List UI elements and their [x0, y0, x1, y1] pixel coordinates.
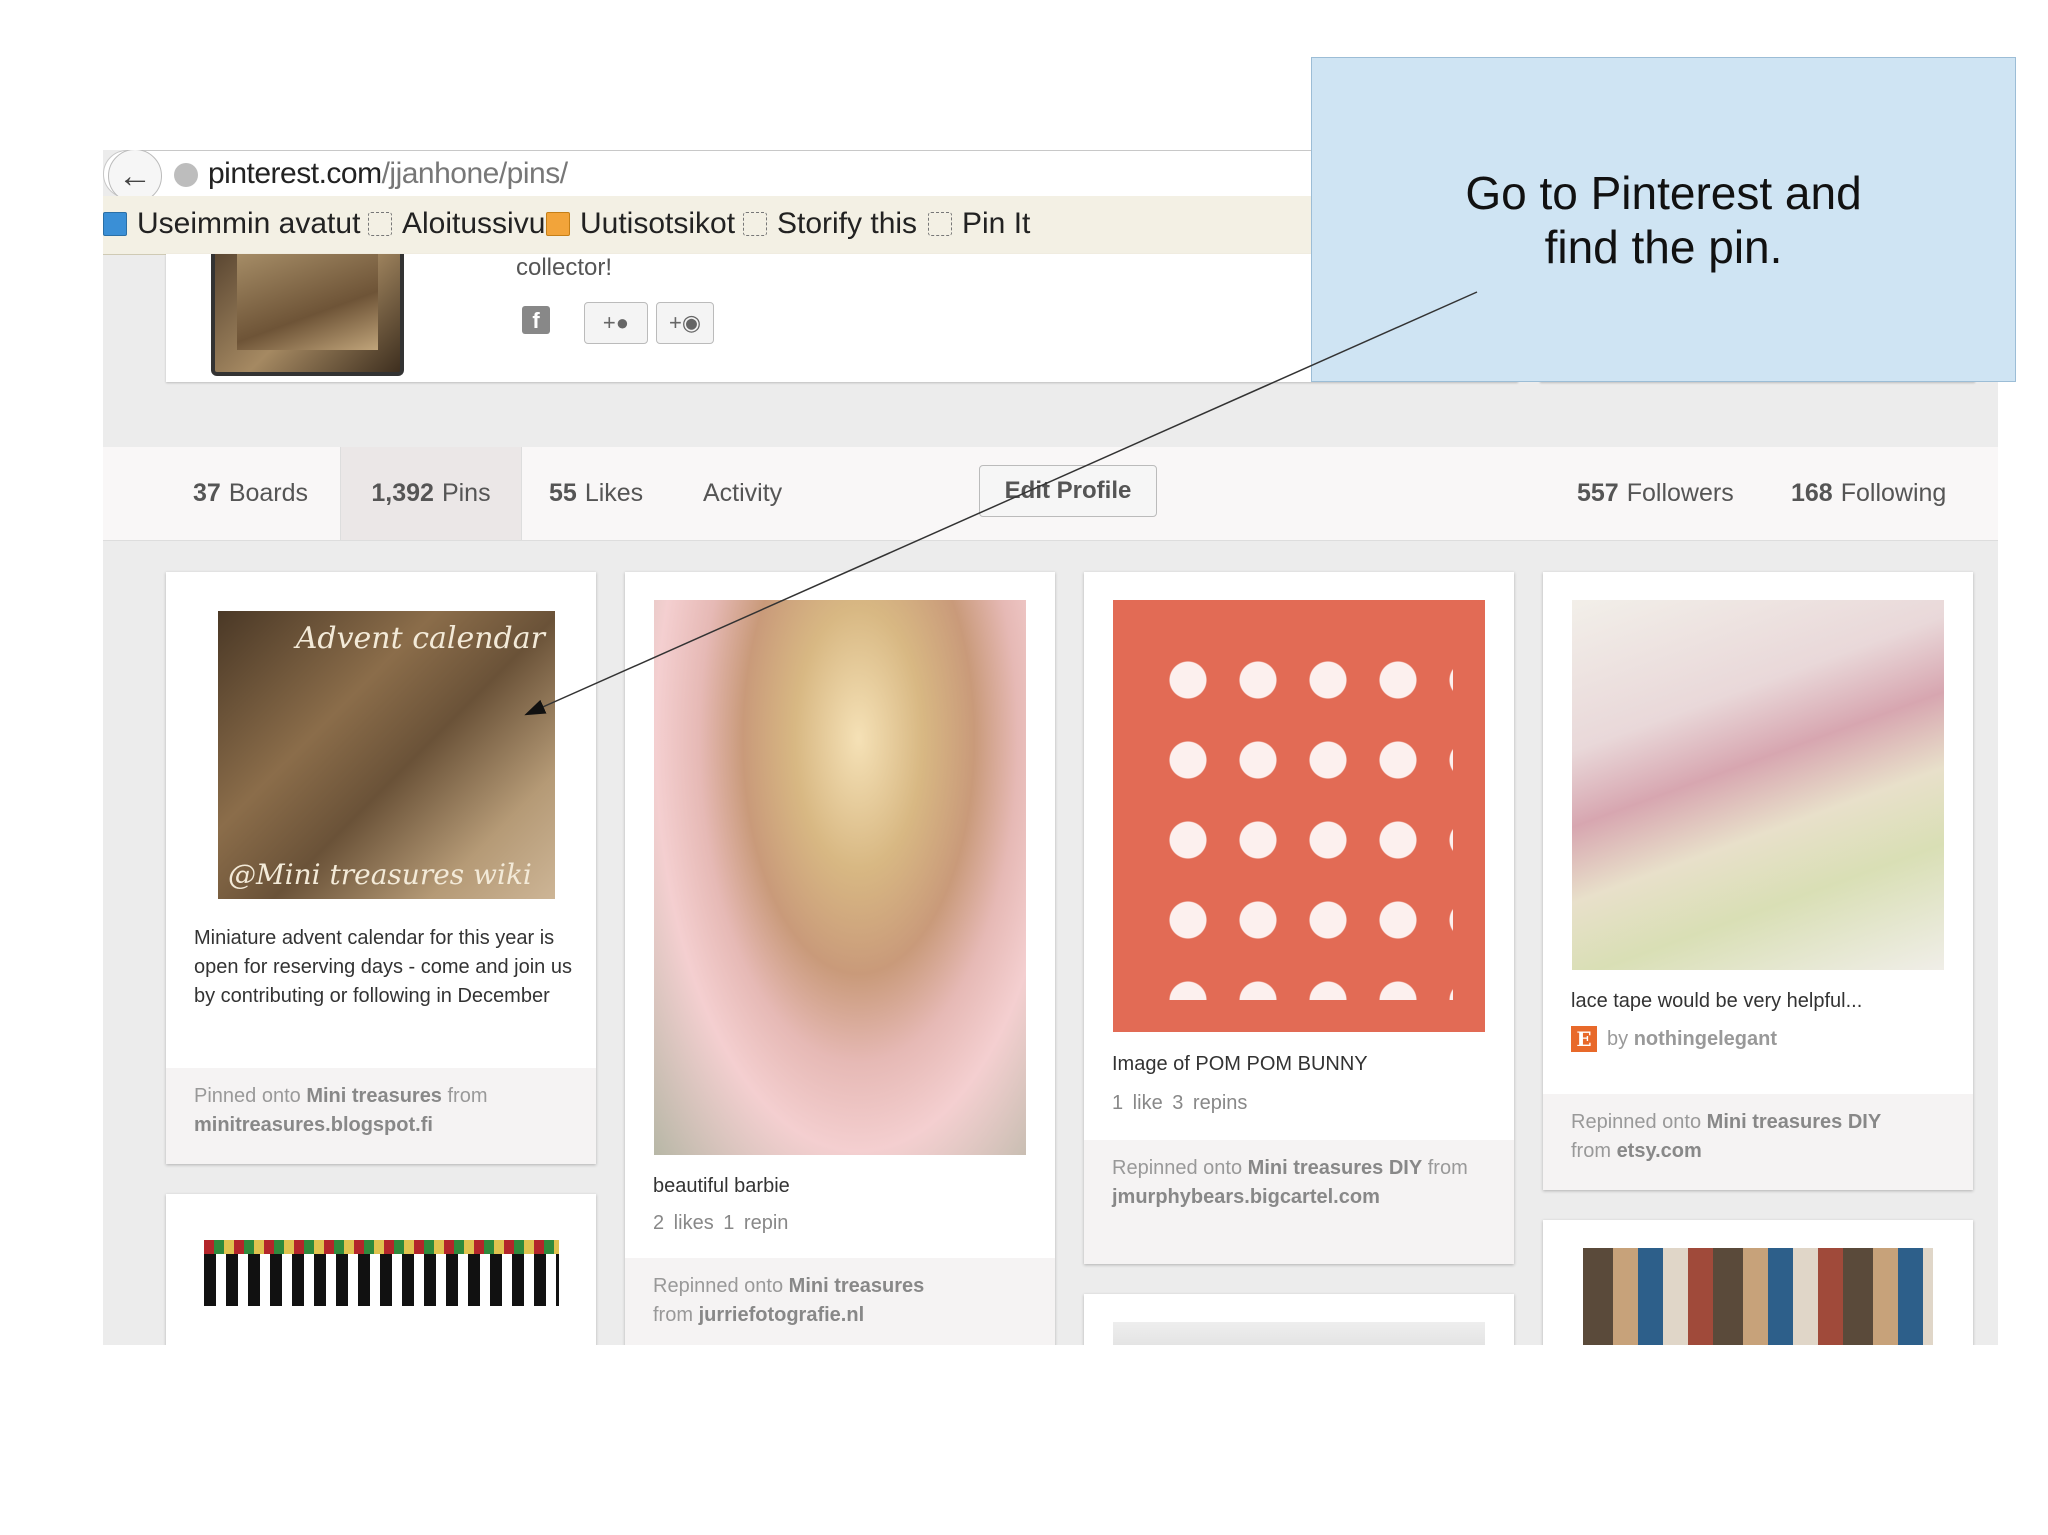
arrow-line	[524, 291, 1478, 716]
callout-arrow	[524, 291, 1478, 716]
